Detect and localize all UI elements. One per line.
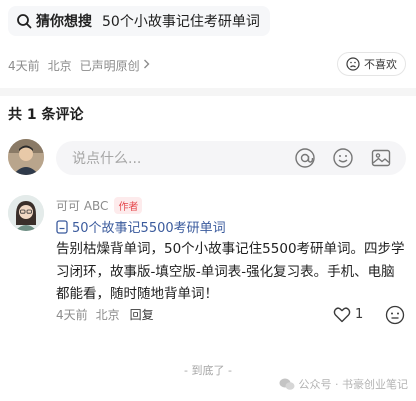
- linked-note-title[interactable]: 50个故事记5500考研单词: [72, 217, 226, 236]
- sad-face-icon: [346, 57, 360, 71]
- chevron-right-icon: [143, 59, 150, 72]
- post-location: 北京: [47, 58, 72, 73]
- commenter-avatar[interactable]: [8, 195, 44, 231]
- current-user-avatar[interactable]: [8, 139, 44, 175]
- comment-location: 北京: [95, 308, 120, 322]
- comment-input-placeholder: 说点什么...: [72, 151, 142, 167]
- smile-icon[interactable]: [332, 147, 354, 169]
- like-button[interactable]: 1: [333, 306, 363, 323]
- comment-header: 可可 ABC 作者: [56, 197, 143, 214]
- wechat-icon: [279, 378, 294, 390]
- dislike-label: 不喜欢: [364, 58, 397, 71]
- dislike-face-icon[interactable]: [385, 305, 405, 325]
- heart-icon: [333, 307, 351, 323]
- search-icon: [17, 14, 32, 29]
- comment-text: 告别枯燥背单词，50个小故事记住5500考研单词。四步学习闭环，故事版-填空版-…: [56, 241, 405, 302]
- watermark: 公众号 · 书豪创业笔记: [279, 376, 409, 392]
- comment-count: 共 1 条评论: [8, 107, 84, 123]
- reply-button[interactable]: 回复: [130, 306, 154, 323]
- author-badge: 作者: [114, 197, 143, 214]
- section-divider: [0, 88, 416, 96]
- note-icon: [56, 219, 68, 234]
- watermark-text: 公众号 · 书豪创业笔记: [298, 378, 409, 391]
- at-icon[interactable]: [294, 147, 316, 169]
- guess-label: 猜你想搜: [36, 14, 92, 30]
- post-time: 4天前: [8, 58, 40, 73]
- linked-note[interactable]: 50个故事记5500考研单词: [56, 217, 226, 236]
- image-icon[interactable]: [370, 147, 392, 169]
- commenter-name[interactable]: 可可 ABC: [56, 197, 108, 214]
- dislike-button[interactable]: 不喜欢: [337, 52, 406, 76]
- comment-input[interactable]: 说点什么...: [56, 141, 406, 175]
- suggested-query[interactable]: 50个小故事记住考研单词: [102, 11, 260, 31]
- search-suggestion-chip[interactable]: 猜你想搜 50个小故事记住考研单词: [8, 6, 270, 36]
- original-declaration[interactable]: 已声明原创: [80, 57, 140, 74]
- comment-time: 4天前: [56, 308, 88, 322]
- like-count: 1: [355, 307, 364, 322]
- comment-footer: 4天前 北京 回复: [56, 306, 154, 323]
